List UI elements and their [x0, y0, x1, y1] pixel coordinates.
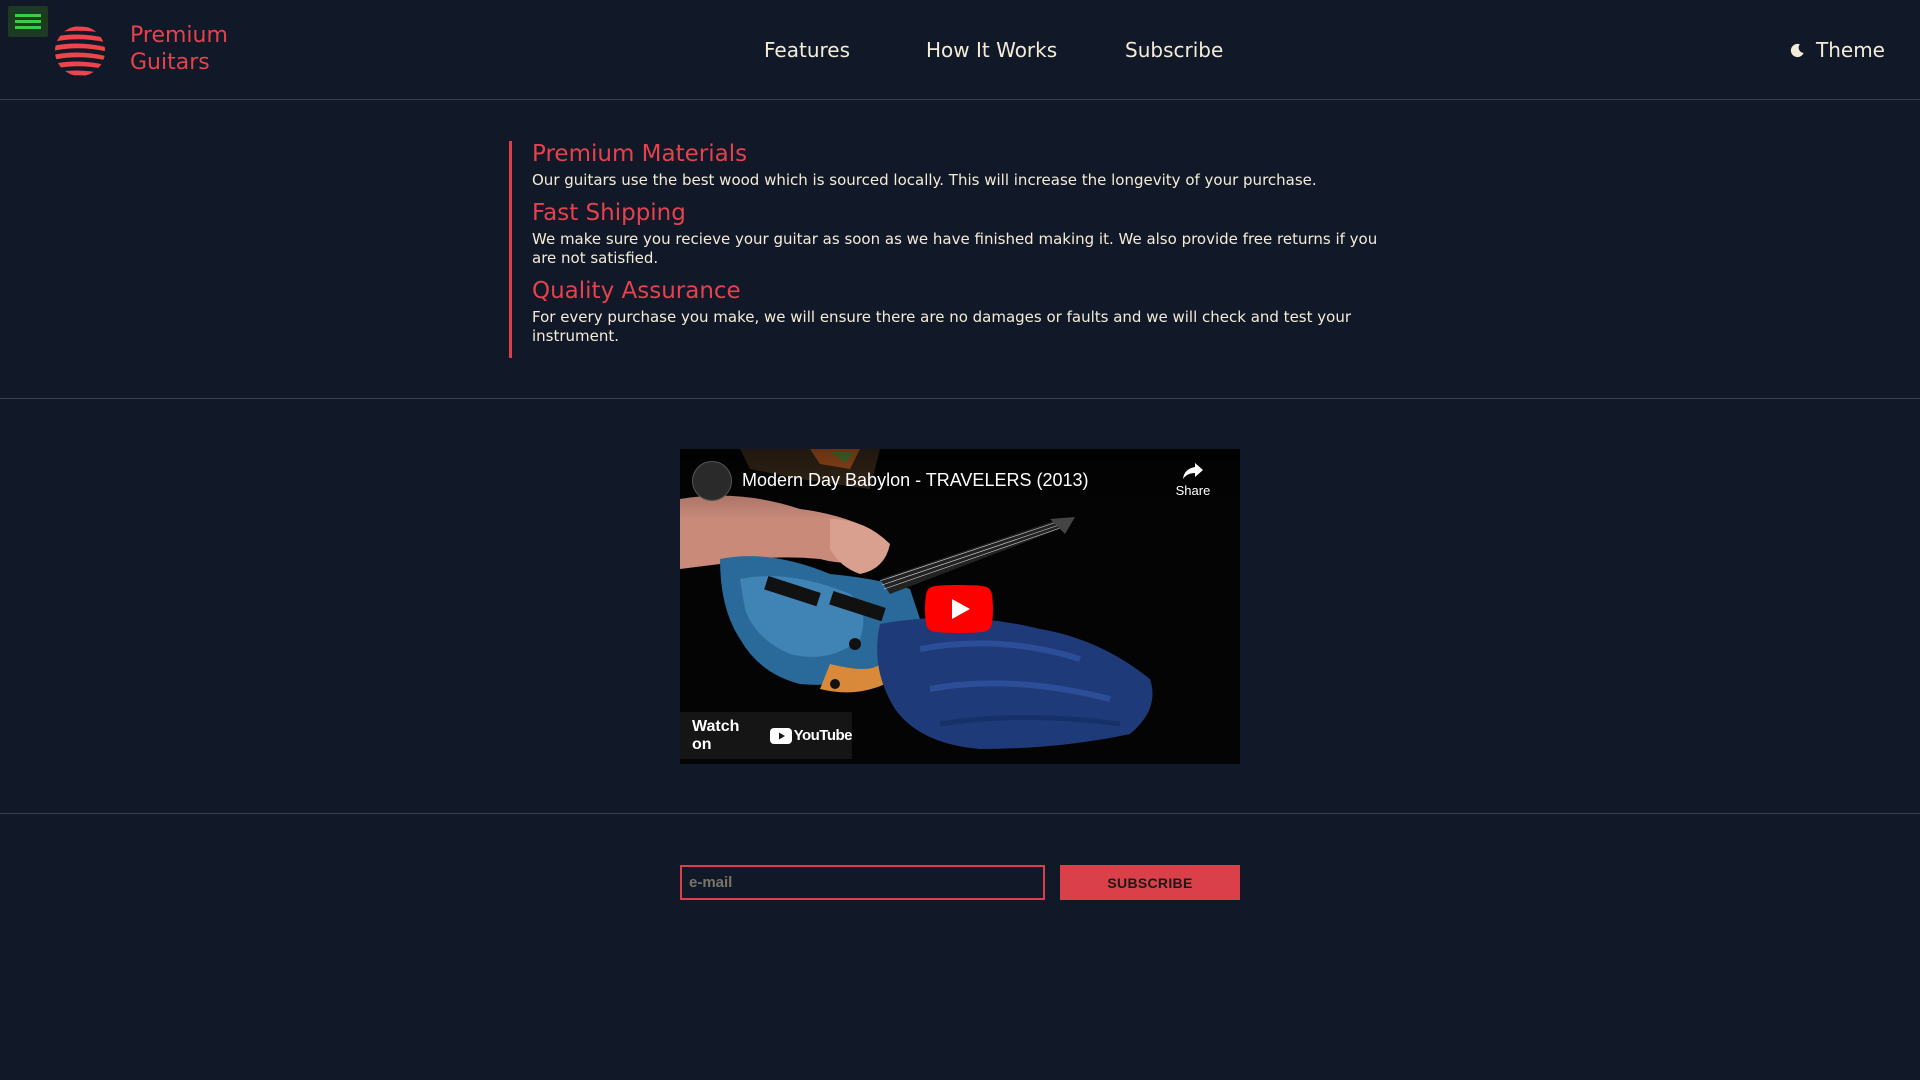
- youtube-label: YouTube: [793, 727, 853, 744]
- moon-icon: [1790, 43, 1804, 57]
- nav-subscribe[interactable]: Subscribe: [1125, 38, 1223, 62]
- features-section: Premium Materials Our guitars use the be…: [509, 141, 1389, 358]
- video-title[interactable]: Modern Day Babylon - TRAVELERS (2013): [742, 470, 1089, 491]
- youtube-logo-icon: [769, 727, 792, 744]
- watch-on-youtube-button[interactable]: Watch on YouTube: [680, 712, 853, 759]
- hamburger-menu-icon[interactable]: [8, 6, 48, 37]
- brand-line-1: Premium: [130, 23, 228, 48]
- share-label: Share: [1175, 483, 1211, 498]
- brand-line-2: Guitars: [130, 50, 210, 75]
- youtube-logo: YouTube: [769, 727, 853, 744]
- feature-title: Premium Materials: [532, 141, 748, 167]
- feature-item: Premium Materials Our guitars use the be…: [532, 141, 1389, 190]
- video-embed[interactable]: Modern Day Babylon - TRAVELERS (2013) Sh…: [680, 449, 1240, 764]
- feature-text: For every purchase you make, we will ens…: [532, 308, 1351, 345]
- brand-name[interactable]: Premium Guitars: [130, 22, 270, 76]
- feature-text: Our guitars use the best wood which is s…: [532, 171, 1317, 189]
- play-icon[interactable]: [925, 585, 993, 633]
- nav-features[interactable]: Features: [764, 38, 850, 62]
- theme-label: Theme: [1816, 38, 1885, 62]
- nav-how-it-works[interactable]: How It Works: [926, 38, 1057, 62]
- feature-item: Quality Assurance For every purchase you…: [532, 278, 1389, 346]
- feature-text: We make sure you recieve your guitar as …: [532, 230, 1378, 267]
- site-header: Premium Guitars Features How It Works Su…: [0, 0, 1920, 100]
- feature-item: Fast Shipping We make sure you recieve y…: [532, 200, 1389, 268]
- email-field[interactable]: [680, 865, 1045, 900]
- theme-toggle-button[interactable]: Theme: [1790, 38, 1885, 62]
- striped-sphere-logo-icon[interactable]: [53, 24, 107, 78]
- feature-title: Quality Assurance: [532, 278, 741, 304]
- share-arrow-icon: [1183, 463, 1203, 479]
- channel-avatar[interactable]: [692, 461, 732, 501]
- watch-on-label: Watch on: [692, 717, 740, 753]
- share-button[interactable]: Share: [1168, 461, 1218, 498]
- subscribe-button[interactable]: SUBSCRIBE: [1060, 865, 1240, 900]
- feature-title: Fast Shipping: [532, 200, 686, 226]
- section-divider: [0, 813, 1920, 814]
- section-divider: [0, 398, 1920, 399]
